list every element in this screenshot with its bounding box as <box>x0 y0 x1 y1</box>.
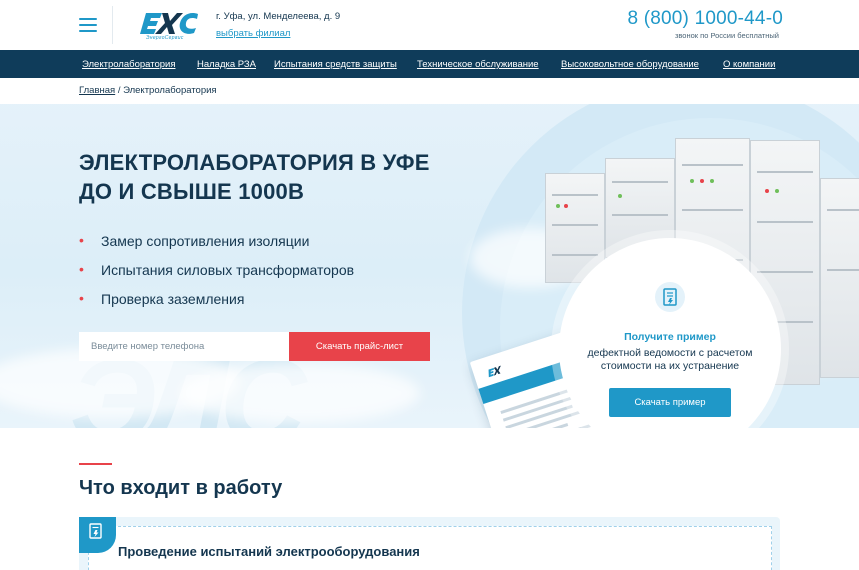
download-price-button[interactable]: Скачать прайс-лист <box>289 332 430 361</box>
nav-item-about[interactable]: О компании <box>723 59 775 70</box>
choose-branch-link[interactable]: выбрать филиал <box>216 28 290 39</box>
header-divider <box>112 6 113 44</box>
address-text: г. Уфа, ул. Менделеева, д. 9 <box>216 11 341 22</box>
nav-item-electrolab[interactable]: Электролаборатория <box>82 59 175 70</box>
logo-tagline: ЭнергоСервис <box>146 35 184 41</box>
nav-item-hv-equipment[interactable]: Высоковольтное оборудование <box>561 59 699 70</box>
phone-note: звонок по России бесплатный <box>674 31 779 40</box>
sample-description: дефектной ведомости с расчетом стоимости… <box>587 347 753 372</box>
main-nav: Электролаборатория Наладка РЗА Испытания… <box>0 50 859 78</box>
service-bullet-list: Замер сопротивления изоляции Испытания с… <box>79 232 354 320</box>
phone-input[interactable] <box>79 332 289 361</box>
hero-section: ЭЛС Главная <box>0 78 859 428</box>
breadcrumb-current: Электролаборатория <box>123 85 217 96</box>
sample-title: Получите пример <box>624 331 716 343</box>
phone-number[interactable]: 8 (800) 1000-44-0 <box>627 8 783 30</box>
breadcrumb-bar: Главная / Электролаборатория <box>0 78 859 104</box>
nav-item-rza[interactable]: Наладка РЗА <box>197 59 256 70</box>
download-sample-button[interactable]: Скачать пример <box>609 388 731 417</box>
breadcrumb-home-link[interactable]: Главная <box>79 85 115 96</box>
cloud-decor <box>180 363 420 423</box>
document-icon <box>655 282 685 312</box>
page-title-line2: ДО И СВЫШЕ 1000В <box>79 179 305 204</box>
breadcrumb-separator: / <box>117 85 121 96</box>
nav-item-protection-tests[interactable]: Испытания средств защиты <box>274 59 397 70</box>
list-item: Проверка заземления <box>79 290 354 320</box>
work-item-title: Проведение испытаний электрооборудования <box>118 544 420 559</box>
list-item: Замер сопротивления изоляции <box>79 232 354 262</box>
list-item: Испытания силовых трансформаторов <box>79 261 354 291</box>
document-icon <box>79 517 116 553</box>
page-title-line1: ЭЛЕКТРОЛАБОРАТОРИЯ В УФЕ <box>79 150 430 175</box>
section-accent-line <box>79 463 112 465</box>
page-title: ЭЛЕКТРОЛАБОРАТОРИЯ В УФЕ ДО И СВЫШЕ 1000… <box>79 148 430 206</box>
site-header: ЭнергоСервис г. Уфа, ул. Менделеева, д. … <box>0 0 859 50</box>
electrical-cabinet <box>820 178 859 378</box>
hamburger-menu-icon[interactable] <box>79 18 97 32</box>
breadcrumb: Главная / Электролаборатория <box>79 85 217 96</box>
nav-item-maintenance[interactable]: Техническое обслуживание <box>417 59 539 70</box>
section-title: Что входит в работу <box>79 477 283 499</box>
